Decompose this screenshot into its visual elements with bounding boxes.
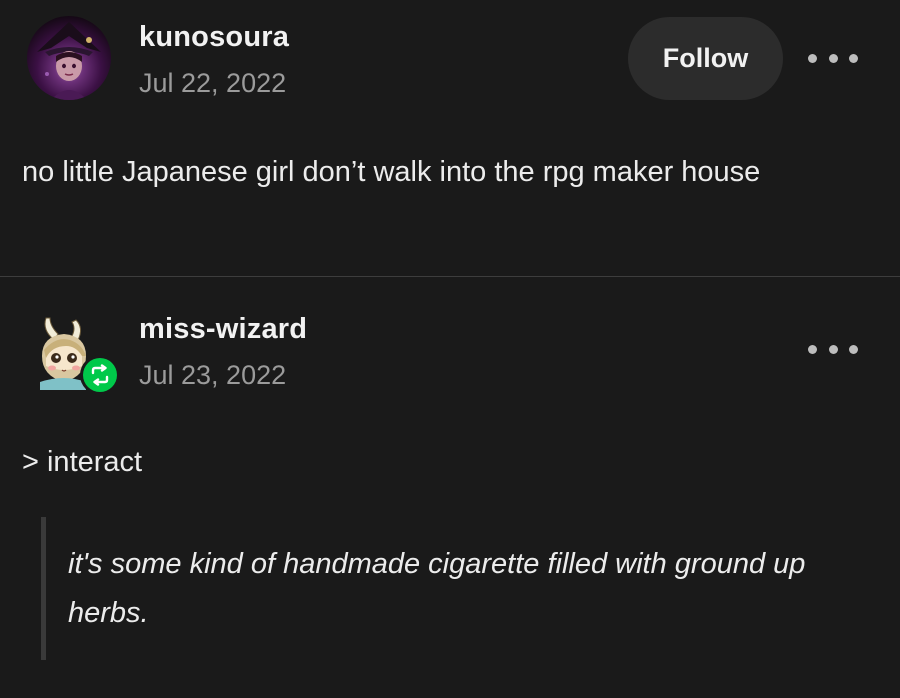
more-icon bbox=[849, 344, 858, 354]
reblog-badge bbox=[80, 355, 120, 395]
original-post: kunosoura Jul 22, 2022 Follow no little … bbox=[0, 0, 900, 276]
more-icon bbox=[849, 53, 858, 63]
post-date[interactable]: Jul 23, 2022 bbox=[139, 360, 286, 391]
post-body: no little Japanese girl don’t walk into … bbox=[22, 156, 761, 188]
avatar[interactable] bbox=[27, 16, 111, 100]
quote-text: it's some kind of handmade cigarette fil… bbox=[68, 548, 806, 629]
witch-portrait-icon bbox=[37, 22, 101, 100]
post-date[interactable]: Jul 22, 2022 bbox=[139, 68, 286, 99]
more-options-button[interactable] bbox=[808, 337, 858, 361]
more-icon bbox=[808, 344, 817, 354]
divider bbox=[0, 276, 900, 277]
username[interactable]: kunosoura bbox=[139, 21, 289, 54]
more-icon bbox=[828, 53, 838, 63]
reblog-body: > interact bbox=[22, 446, 143, 478]
follow-button[interactable]: Follow bbox=[628, 17, 783, 100]
username[interactable]: miss-wizard bbox=[139, 313, 307, 346]
more-options-button[interactable] bbox=[808, 46, 858, 70]
more-icon bbox=[828, 344, 838, 354]
blockquote: it's some kind of handmade cigarette fil… bbox=[41, 517, 846, 660]
more-icon bbox=[808, 53, 817, 63]
reblog-icon bbox=[91, 364, 109, 386]
